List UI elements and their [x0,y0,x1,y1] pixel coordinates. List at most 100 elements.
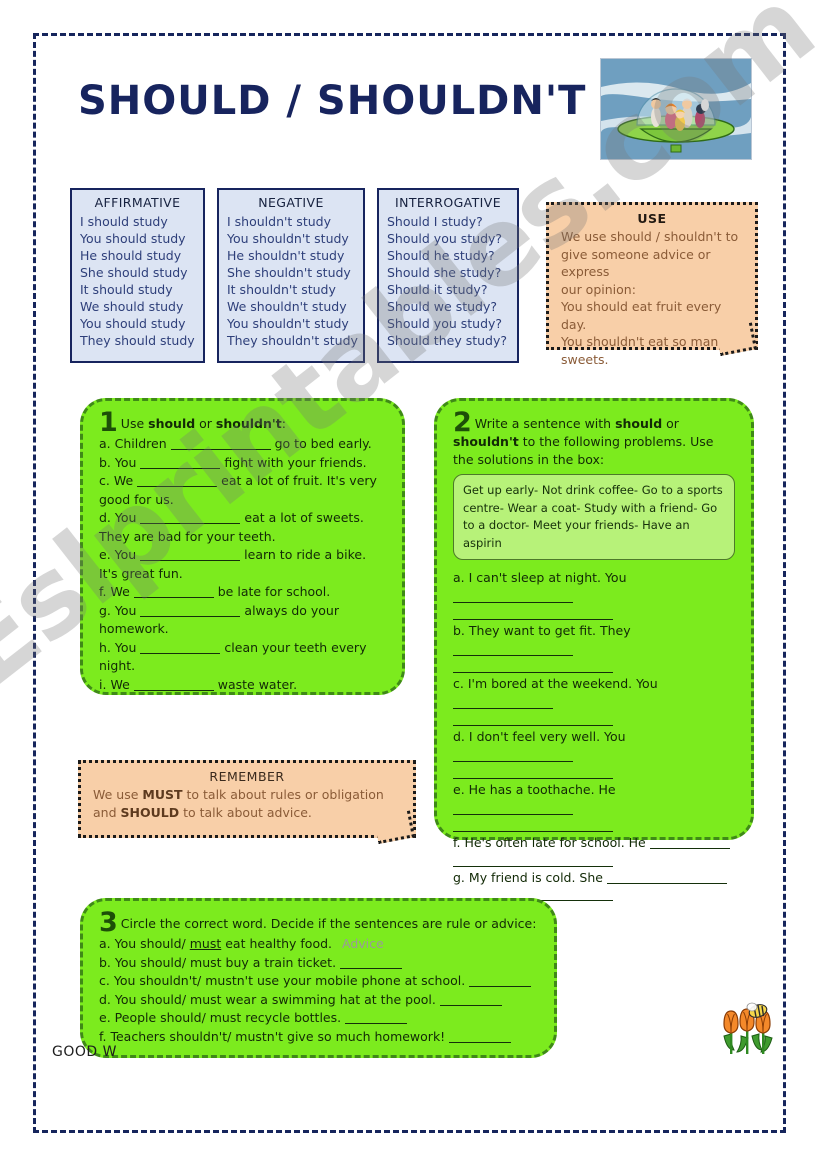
item-label: c. [99,473,110,488]
answer-blank-continuation[interactable] [453,659,613,673]
answer-blank-continuation[interactable] [453,606,613,620]
answer-blank[interactable] [449,1041,512,1043]
answer-blank[interactable] [133,597,214,598]
list-item: g. My friend is cold. She [453,869,735,901]
item-text-after: waste water. [217,676,298,692]
circled-choice[interactable]: must [190,936,222,951]
exercise-1: 1 Use should or shouldn't: a. Children go… [80,398,405,695]
solutions-box: Get up early- Not drink coffee- Go to a … [453,474,735,560]
answer-blank[interactable] [170,449,271,450]
item-label: h. [99,639,111,655]
item-text: Teachers shouldn't/ mustn't give so much… [110,1028,446,1044]
item-label: a. [99,436,111,451]
jetsons-flying-saucer-illustration [600,58,752,160]
tulips-and-bee-illustration [718,1002,780,1060]
answer-blank-continuation[interactable] [453,818,613,832]
answer-blank[interactable] [137,486,218,487]
instruction-text: Use [120,416,149,431]
item-text: You should/ must wear a swimming hat at … [114,991,436,1007]
item-label: d. [99,991,111,1007]
table-row: It should study [80,282,173,297]
answer-blank[interactable] [140,615,241,617]
list-item: b. You should/ must buy a train ticket. [99,954,538,973]
table-row: Should she study? [387,265,502,280]
table-row: We should study [80,299,184,314]
item-label: e. [453,782,465,797]
item-text-before: You [114,547,137,562]
item-text-after: eat a lot of fruit. It's very good for u… [99,473,377,507]
list-item: e. He has a toothache. He [453,781,735,832]
answer-blank-continuation[interactable] [453,853,613,867]
table-interrogative: INTERROGATIVE Should I study? Should you… [377,188,519,363]
table-header: NEGATIVE [258,195,324,210]
instruction-bold: should [148,416,196,431]
table-row: You should study [80,231,186,246]
table-row: They shouldn't study [227,333,358,348]
table-header: INTERROGATIVE [394,195,502,210]
item-label: c. [453,676,464,691]
list-item: d. You eat a lot of sweets. They are bad… [99,509,386,546]
exercise-3-heading: 3 Circle the correct word. Decide if the … [99,909,538,936]
remember-bold-must: MUST [142,787,183,802]
remember-text: We use [93,787,143,802]
answer-blank[interactable] [340,967,403,969]
instruction-bold: shouldn't [215,416,282,431]
table-header: AFFIRMATIVE [94,195,181,210]
table-row: Should he study? [387,248,495,263]
answer-blank-continuation[interactable] [453,765,613,779]
list-item: b. They want to get fit. They [453,622,735,673]
answer-blank[interactable] [140,560,241,561]
use-line: We use should / shouldn't to [561,229,739,244]
answer-blank[interactable] [345,1023,408,1024]
item-text: I'm bored at the weekend. You [467,676,658,691]
list-item: d. You should/ must wear a swimming hat … [99,991,538,1010]
item-label: i. [99,676,107,692]
list-item: a. You should/ must eat healthy food. Ad… [99,935,538,954]
table-row: Should it study? [387,282,488,297]
use-box-body: We use should / shouldn't to give someon… [561,228,743,368]
answer-blank[interactable] [469,986,532,987]
answer-blank[interactable] [140,467,221,469]
table-row: Should you study? [387,231,503,246]
table-row: Should they study? [387,333,507,348]
answer-blank[interactable] [649,848,730,849]
table-row: You shouldn't study [227,231,349,246]
folded-corner [715,322,757,357]
answer-blank[interactable] [453,813,573,815]
table-row: You shouldn't study [227,316,349,331]
table-row: We shouldn't study [227,299,347,314]
answer-blank[interactable] [453,654,573,656]
item-text: My friend is cold. She [468,869,603,885]
item-text-before: We [110,676,130,692]
list-item: f. We be late for school. [99,583,386,602]
table-row: It shouldn't study [227,282,336,297]
use-line: You shouldn't eat so many [561,334,726,349]
item-label: f. [99,1028,107,1044]
item-text-after: go to bed early. [274,436,372,451]
item-text-after: learn to ride a bike. It's great fun. [99,547,367,581]
answer-blank-continuation[interactable] [453,712,613,726]
answer-blank[interactable] [439,1004,502,1006]
answer-blank[interactable] [140,523,241,524]
instruction-text: Write a sentence with [474,416,616,431]
use-line: You should eat fruit every day. [561,299,722,332]
table-row: They should study [80,333,195,348]
item-label: g. [453,869,465,885]
answer-blank[interactable] [453,707,553,709]
instruction-bold: shouldn't [453,434,519,449]
answer-blank[interactable] [453,760,573,762]
item-text: eat healthy food. [221,936,333,951]
item-text: He has a toothache. He [468,782,616,797]
instruction-text: or [195,416,216,431]
answer-blank[interactable] [606,882,727,884]
list-item: e. People should/ must recycle bottles. [99,1009,538,1028]
use-line: give someone advice or express [561,246,711,280]
item-label: e. [99,547,111,562]
item-label: d. [453,729,465,744]
item-text-before: You [114,639,137,655]
answer-blank[interactable] [133,689,214,691]
item-text-before: You [114,510,137,525]
answer-blank[interactable] [140,652,221,654]
list-item: c. I'm bored at the weekend. You [453,675,735,726]
answer-blank[interactable] [453,601,573,603]
